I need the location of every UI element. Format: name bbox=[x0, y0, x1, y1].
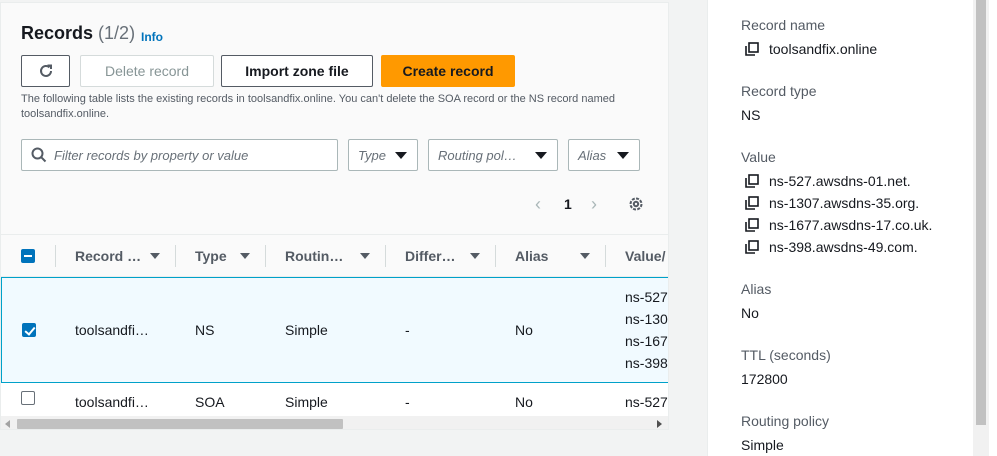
page-title: Records (1/2) bbox=[21, 23, 135, 44]
copy-icon[interactable] bbox=[745, 218, 759, 232]
records-count: (1/2) bbox=[98, 23, 136, 43]
row-checkbox[interactable] bbox=[22, 323, 36, 337]
cell-value-line: ns-130 bbox=[625, 311, 668, 327]
record-type-value: NS bbox=[741, 107, 761, 123]
ttl-label: TTL (seconds) bbox=[741, 347, 831, 363]
caret-down-icon[interactable] bbox=[150, 253, 160, 259]
cell-alias: No bbox=[515, 322, 533, 338]
horizontal-scrollbar[interactable] bbox=[1, 416, 668, 429]
vertical-scrollbar[interactable] bbox=[973, 0, 989, 456]
routing-policy-filter-select[interactable]: Routing pol… bbox=[428, 139, 558, 171]
column-header-alias[interactable]: Alias bbox=[515, 248, 548, 264]
type-filter-select[interactable]: Type bbox=[348, 139, 418, 171]
ttl-value: 172800 bbox=[741, 371, 788, 387]
vertical-scrollbar-thumb[interactable] bbox=[976, 0, 986, 425]
column-divider bbox=[55, 245, 56, 267]
cell-record-name[interactable]: toolsandfi… bbox=[75, 322, 149, 338]
column-divider bbox=[605, 245, 606, 267]
chevron-right-icon[interactable]: › bbox=[591, 194, 597, 215]
copy-icon[interactable] bbox=[745, 42, 759, 56]
routing-filter-label: Routing pol… bbox=[438, 148, 517, 163]
table-row[interactable]: toolsandfi… NS Simple - No ns-527 ns-130… bbox=[1, 277, 668, 383]
delete-record-button[interactable]: Delete record bbox=[80, 55, 214, 87]
value-line: ns-1677.awsdns-17.co.uk. bbox=[769, 217, 933, 233]
scroll-right-icon[interactable] bbox=[657, 420, 662, 428]
cell-type: SOA bbox=[195, 394, 225, 410]
refresh-icon bbox=[39, 64, 52, 77]
cell-value-line: ns-398 bbox=[625, 355, 668, 371]
cell-type: NS bbox=[195, 322, 215, 338]
alias-value: No bbox=[741, 305, 759, 321]
copy-icon[interactable] bbox=[745, 174, 759, 188]
info-link[interactable]: Info bbox=[141, 30, 163, 44]
column-header-value[interactable]: Value/ bbox=[625, 248, 665, 264]
record-details-panel: Record name toolsandfix.online Record ty… bbox=[707, 0, 973, 456]
search-input[interactable]: Filter records by property or value bbox=[21, 139, 338, 171]
record-type-label: Record type bbox=[741, 83, 817, 99]
value-line: ns-527.awsdns-01.net. bbox=[769, 173, 911, 189]
cell-alias: No bbox=[515, 394, 533, 410]
search-icon bbox=[31, 147, 47, 163]
routing-policy-label: Routing policy bbox=[741, 413, 829, 429]
search-placeholder: Filter records by property or value bbox=[54, 148, 249, 163]
value-label: Value bbox=[741, 149, 776, 165]
alias-label: Alias bbox=[741, 281, 772, 297]
gear-icon[interactable] bbox=[627, 195, 645, 213]
caret-down-icon[interactable] bbox=[470, 253, 480, 259]
caret-down-icon[interactable] bbox=[240, 253, 250, 259]
caret-down-icon[interactable] bbox=[580, 253, 590, 259]
copy-icon[interactable] bbox=[745, 240, 759, 254]
records-title: Records bbox=[21, 23, 94, 43]
table-header: Record … Type Routin… Differ… Alias Valu… bbox=[1, 235, 668, 277]
scroll-left-icon[interactable] bbox=[5, 420, 10, 428]
page-number[interactable]: 1 bbox=[564, 196, 572, 212]
row-checkbox[interactable] bbox=[21, 391, 35, 405]
records-panel: Records (1/2) Info Delete record Import … bbox=[0, 2, 669, 430]
table-row[interactable]: toolsandfi… SOA Simple - No ns-527 bbox=[1, 384, 668, 416]
column-divider bbox=[265, 245, 266, 267]
value-line: ns-1307.awsdns-35.org. bbox=[769, 195, 920, 211]
column-divider bbox=[385, 245, 386, 267]
horizontal-scrollbar-thumb[interactable] bbox=[17, 419, 343, 429]
type-filter-label: Type bbox=[358, 148, 386, 163]
cell-routing: Simple bbox=[285, 394, 328, 410]
cell-differ: - bbox=[405, 394, 410, 410]
record-name-label: Record name bbox=[741, 17, 826, 33]
record-name-value: toolsandfix.online bbox=[769, 41, 878, 57]
column-header-routing[interactable]: Routin… bbox=[285, 248, 343, 264]
refresh-button[interactable] bbox=[21, 55, 70, 87]
records-header: Records (1/2) Info Delete record Import … bbox=[1, 3, 668, 235]
cell-differ: - bbox=[405, 322, 410, 338]
column-divider bbox=[175, 245, 176, 267]
cell-value-line: ns-527 bbox=[625, 289, 668, 305]
column-divider bbox=[495, 245, 496, 267]
cell-value-line: ns-527 bbox=[625, 394, 668, 410]
records-section: Records (1/2) Info Delete record Import … bbox=[0, 0, 670, 456]
caret-down-icon[interactable] bbox=[360, 253, 370, 259]
routing-policy-value: Simple bbox=[741, 437, 784, 453]
column-header-differ[interactable]: Differ… bbox=[405, 248, 456, 264]
column-header-record-name[interactable]: Record … bbox=[75, 248, 141, 264]
import-zone-file-button[interactable]: Import zone file bbox=[221, 55, 373, 87]
copy-icon[interactable] bbox=[745, 196, 759, 210]
window-edge bbox=[989, 0, 997, 456]
caret-down-icon bbox=[617, 152, 629, 159]
alias-filter-label: Alias bbox=[578, 148, 607, 163]
column-header-type[interactable]: Type bbox=[195, 248, 227, 264]
records-description: The following table lists the existing r… bbox=[21, 93, 615, 120]
cell-record-name[interactable]: toolsandfi… bbox=[75, 394, 149, 410]
value-line: ns-398.awsdns-49.com. bbox=[769, 239, 918, 255]
create-record-button[interactable]: Create record bbox=[381, 55, 515, 87]
chevron-left-icon[interactable]: ‹ bbox=[535, 194, 541, 215]
caret-down-icon bbox=[395, 152, 407, 159]
select-all-checkbox[interactable] bbox=[21, 249, 35, 263]
cell-value-line: ns-167 bbox=[625, 333, 668, 349]
caret-down-icon bbox=[535, 152, 547, 159]
cell-routing: Simple bbox=[285, 322, 328, 338]
alias-filter-select[interactable]: Alias bbox=[568, 139, 640, 171]
